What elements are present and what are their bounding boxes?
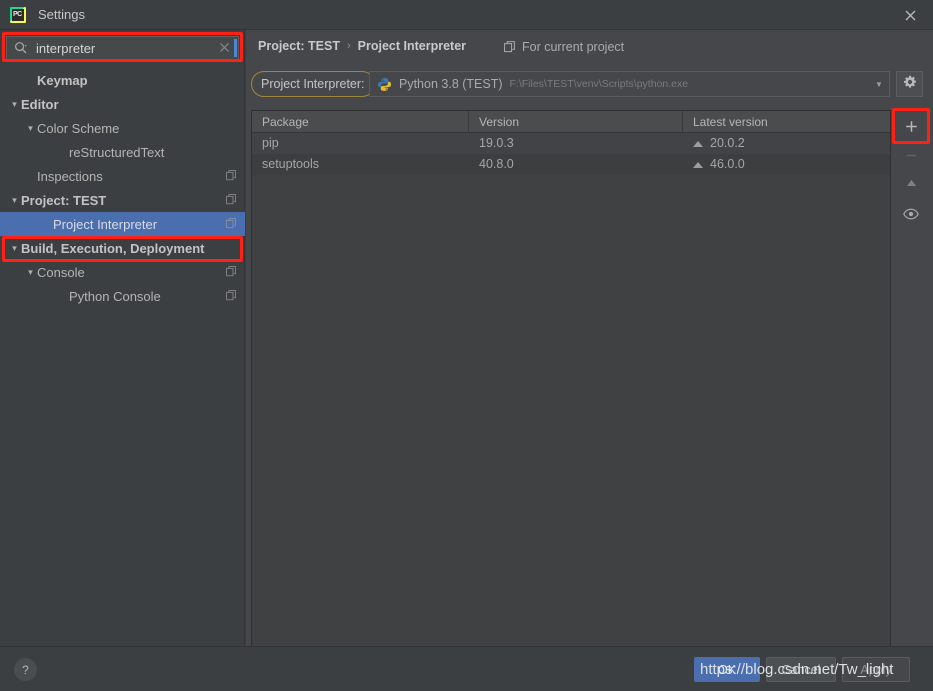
latest-version-value: 46.0.0 — [710, 157, 745, 171]
sidebar-item-label: Project Interpreter — [53, 216, 158, 232]
sidebar-item-restructuredtext[interactable]: reStructuredText — [0, 140, 245, 164]
sidebar-item-project-interpreter[interactable]: Project Interpreter — [0, 212, 245, 236]
search-field-container: interpreter — [6, 36, 239, 60]
copy-settings-icon[interactable] — [226, 169, 237, 184]
sidebar-item-project-test[interactable]: ▼ Project: TEST — [0, 188, 245, 212]
chevron-down-icon[interactable]: ▼ — [869, 80, 889, 89]
sidebar-item-build-execution-deployment[interactable]: ▼ Build, Execution, Deployment — [0, 236, 245, 260]
interpreter-name: Python 3.8 (TEST) — [399, 77, 503, 91]
search-input-value: interpreter — [36, 40, 96, 56]
search-icon — [10, 41, 32, 55]
cell-package: setuptools — [262, 157, 319, 171]
sidebar-item-console[interactable]: ▼ Console — [0, 260, 245, 284]
window-title: Settings — [38, 7, 85, 22]
sidebar-item-keymap[interactable]: Keymap — [0, 68, 245, 92]
expand-arrow-icon[interactable]: ▼ — [8, 244, 21, 253]
gear-icon — [903, 75, 917, 94]
show-early-releases-button[interactable] — [894, 198, 928, 230]
interpreter-row: Project Interpreter: Python 3.8 (TEST) F… — [246, 67, 933, 103]
sidebar-item-python-console[interactable]: Python Console — [0, 284, 245, 308]
sidebar-item-label: Console — [37, 264, 85, 280]
pycharm-logo-text: PC — [13, 10, 22, 18]
sidebar-item-label: Inspections — [37, 168, 103, 184]
sidebar-item-editor[interactable]: ▼ Editor — [0, 92, 245, 116]
search-input[interactable]: interpreter — [6, 36, 239, 60]
cancel-button[interactable]: Cancel — [766, 657, 836, 682]
copy-settings-icon[interactable] — [226, 217, 237, 232]
sidebar-item-label: reStructuredText — [69, 144, 165, 160]
column-header-latest-version[interactable]: Latest version — [683, 111, 890, 133]
settings-tree: Keymap ▼ Editor ▼ Color Scheme reStructuredTe… — [0, 68, 245, 308]
latest-version-value: 20.0.2 — [710, 136, 745, 150]
breadcrumb-current: Project Interpreter — [357, 39, 467, 53]
add-package-button[interactable] — [894, 110, 928, 142]
copy-scope-icon — [504, 41, 516, 53]
sidebar-item-label: Project: TEST — [21, 192, 107, 208]
interpreter-select[interactable]: Python 3.8 (TEST) F:\Files\TEST\venv\Scr… — [369, 71, 890, 97]
interpreter-settings-button[interactable] — [896, 71, 923, 97]
apply-button[interactable]: Apply — [842, 657, 910, 682]
breadcrumb-separator: › — [346, 40, 351, 52]
ok-button[interactable]: OK — [694, 657, 760, 682]
main-panel: Project: TEST › Project Interpreter For … — [246, 30, 933, 662]
upgrade-package-button[interactable] — [894, 168, 928, 198]
copy-settings-icon[interactable] — [226, 289, 237, 304]
clear-icon[interactable] — [214, 41, 234, 56]
table-body: pip 19.0.3 20.0.2 setuptools 40.8.0 46.0.0 — [252, 133, 890, 175]
cell-latest-version: 46.0.0 — [683, 154, 890, 175]
dialog-footer: ? OK Cancel Apply — [0, 646, 933, 691]
sidebar-item-label: Editor — [21, 96, 59, 112]
table-header-row: Package Version Latest version — [252, 110, 890, 133]
up-triangle-icon — [693, 161, 703, 168]
settings-dialog: PC Settings interpreter Keymap ▼ Editor … — [0, 0, 933, 691]
settings-sidebar: interpreter Keymap ▼ Editor ▼ Color Scheme re… — [0, 30, 245, 646]
sidebar-item-label: Keymap — [37, 72, 88, 88]
sidebar-item-label: Color Scheme — [37, 120, 120, 136]
cell-version: 19.0.3 — [479, 136, 514, 150]
expand-arrow-icon[interactable]: ▼ — [24, 268, 37, 277]
breadcrumb-parent[interactable]: Project: TEST — [258, 39, 340, 53]
title-bar: PC Settings — [0, 0, 933, 30]
scope-label: For current project — [522, 40, 625, 54]
copy-settings-icon[interactable] — [226, 193, 237, 208]
interpreter-label: Project Interpreter: — [251, 71, 375, 97]
close-icon[interactable] — [887, 0, 933, 30]
cell-latest-version: 20.0.2 — [683, 133, 890, 154]
sidebar-item-label: Python Console — [69, 288, 161, 304]
sidebar-item-label: Build, Execution, Deployment — [21, 240, 205, 256]
cell-package: pip — [262, 136, 279, 150]
column-header-package[interactable]: Package — [252, 110, 469, 133]
table-row[interactable]: setuptools 40.8.0 46.0.0 — [252, 154, 890, 175]
copy-settings-icon[interactable] — [226, 265, 237, 280]
help-icon[interactable]: ? — [14, 658, 37, 681]
packages-toolbar — [894, 110, 928, 662]
interpreter-path: F:\Files\TEST\venv\Scripts\python.exe — [509, 78, 689, 90]
sidebar-item-inspections[interactable]: Inspections — [0, 164, 245, 188]
python-icon — [377, 77, 392, 92]
up-triangle-icon — [693, 140, 703, 147]
sidebar-item-color-scheme[interactable]: ▼ Color Scheme — [0, 116, 245, 140]
expand-arrow-icon[interactable]: ▼ — [8, 196, 21, 205]
packages-table: Package Version Latest version pip 19.0.3… — [251, 110, 891, 662]
expand-arrow-icon[interactable]: ▼ — [8, 100, 21, 109]
breadcrumb: Project: TEST › Project Interpreter — [258, 39, 466, 53]
expand-arrow-icon[interactable]: ▼ — [24, 124, 37, 133]
scope-indicator: For current project — [504, 40, 624, 54]
column-header-version[interactable]: Version — [469, 110, 683, 133]
cell-version: 40.8.0 — [479, 157, 514, 171]
pycharm-logo-icon: PC — [10, 6, 26, 23]
remove-package-button[interactable] — [894, 142, 928, 168]
table-row[interactable]: pip 19.0.3 20.0.2 — [252, 133, 890, 154]
search-caret — [234, 39, 237, 57]
